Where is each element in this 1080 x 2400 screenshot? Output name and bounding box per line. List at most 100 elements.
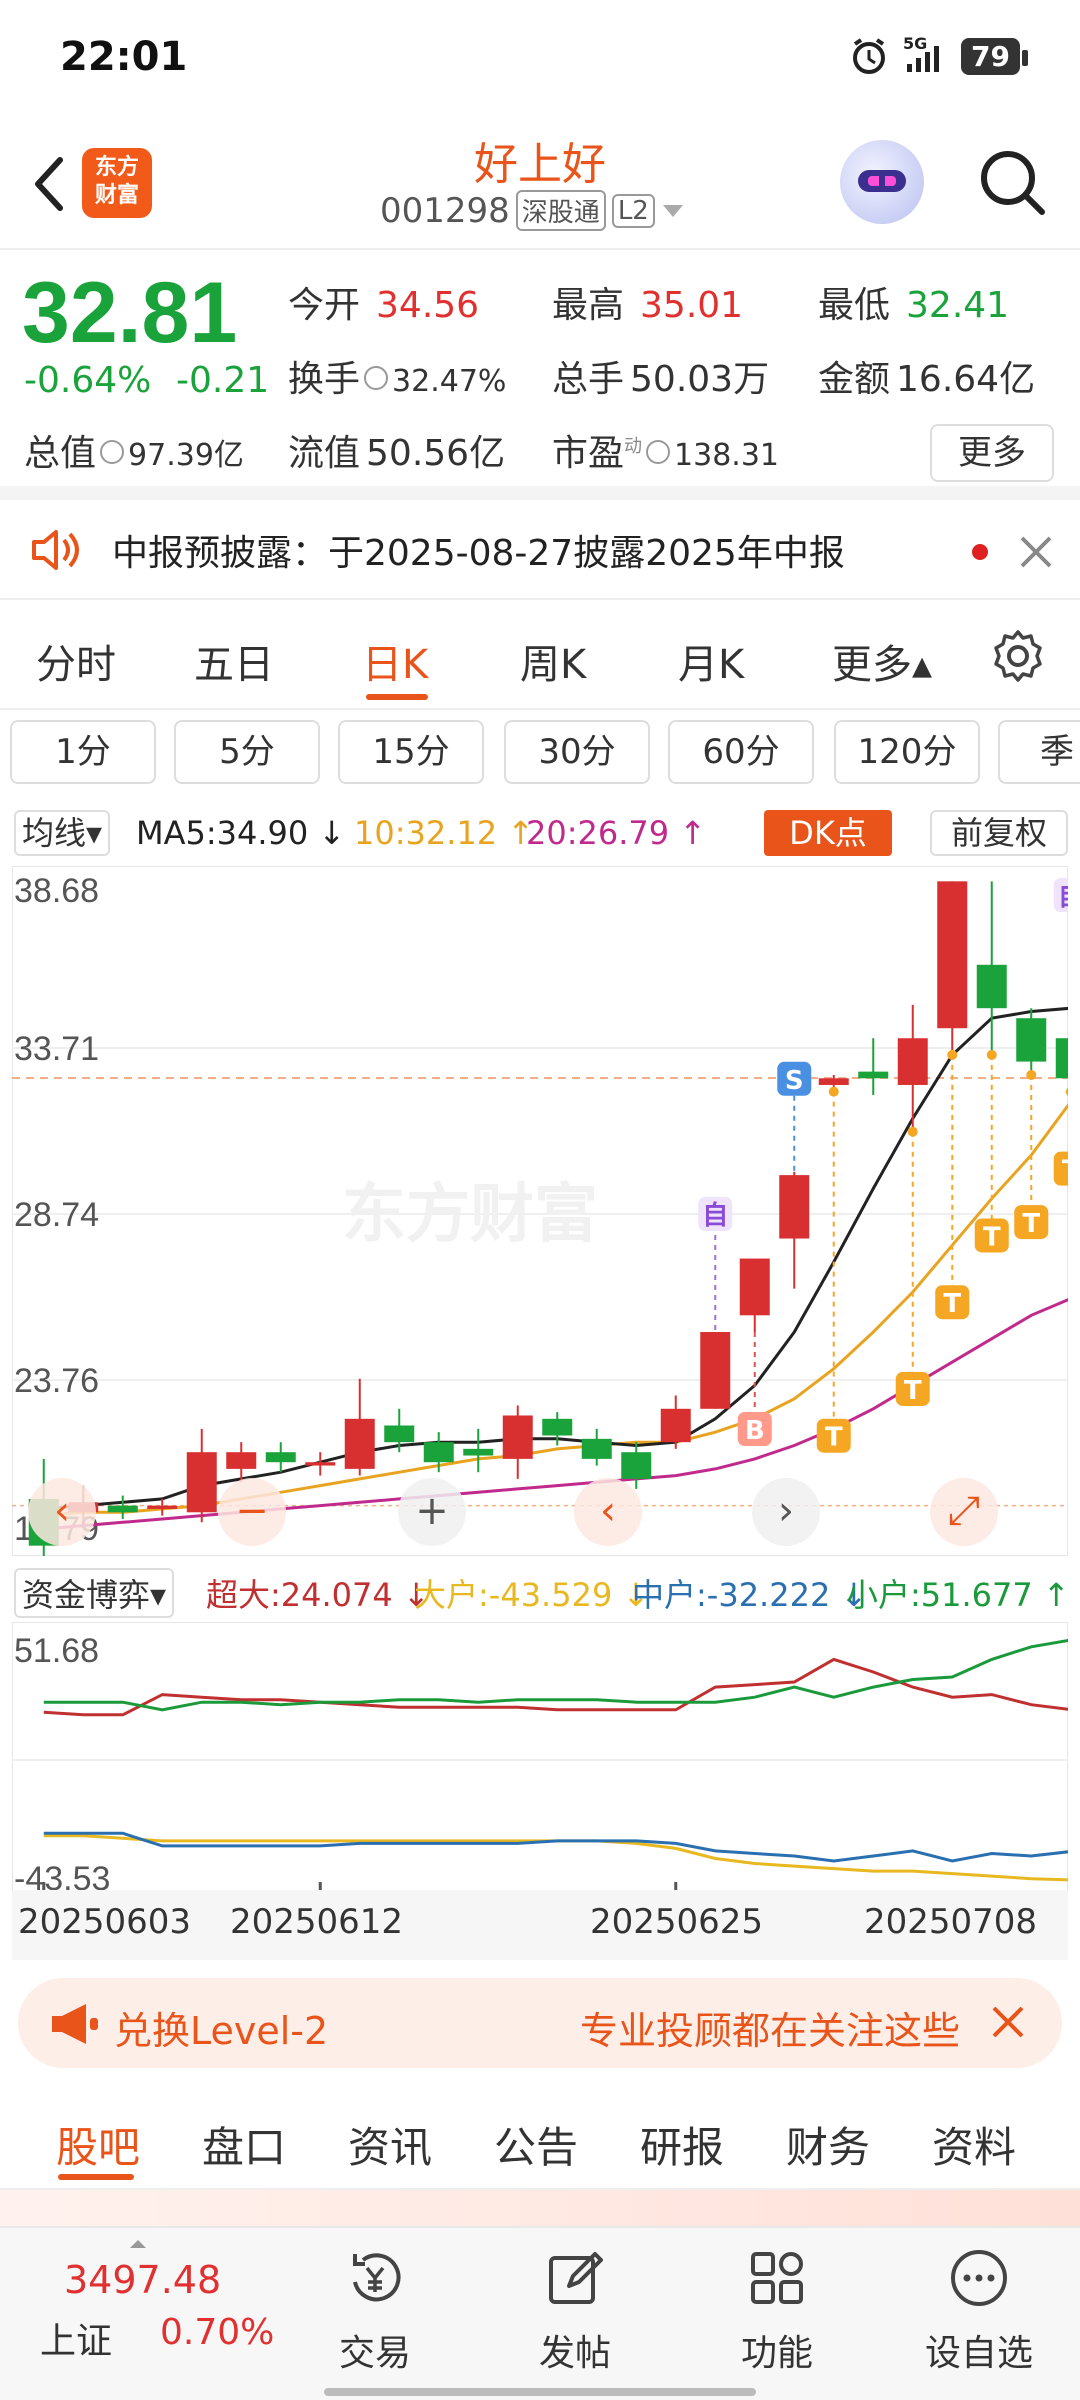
y-tick-label: 51.68 [14, 1632, 99, 1670]
home-indicator [324, 2388, 756, 2396]
edit-icon [549, 2252, 603, 2304]
marker-dot [1026, 1069, 1037, 1080]
date-tick: 20250708 [864, 1902, 1038, 1942]
tab-order-book[interactable]: 盘口 [202, 2114, 286, 2175]
bottom-toolbar: 3497.48 上证 0.70% 交易 发帖 功能 设自选 [0, 2226, 1080, 2400]
marker-label: 自 [1058, 881, 1068, 912]
high-value: 35.01 [640, 285, 744, 326]
y-tick-label: 28.74 [14, 1196, 99, 1234]
stock-code: 001298 [380, 190, 510, 231]
tab-forum[interactable]: 股吧 [56, 2114, 140, 2175]
level-tag: L2 [611, 193, 655, 228]
close-icon[interactable] [1016, 532, 1056, 572]
post-label: 发帖 [538, 2333, 611, 2374]
low-value: 32.41 [906, 285, 1010, 326]
candlestick-chart[interactable]: 东方财富38.6833.7128.7423.7618.79自BSTTTTTT自‹… [12, 866, 1068, 1556]
prev-button[interactable]: ‹ [574, 1478, 642, 1546]
tab-weekly-k[interactable]: 周K [520, 632, 586, 690]
tab-financials[interactable]: 财务 [786, 2114, 870, 2175]
y-tick-label: 23.76 [14, 1362, 99, 1400]
fund-flow-chart[interactable]: 51.68 -43.53 [12, 1622, 1068, 1894]
indicator-selector[interactable]: 均线▾ [14, 810, 111, 856]
active-tab-indicator [58, 2174, 134, 2180]
trade-button[interactable]: 交易 [300, 2246, 450, 2376]
price-adjust-button[interactable]: 前复权 [930, 810, 1068, 856]
add-watchlist-button[interactable]: 设自选 [904, 2246, 1054, 2376]
expand-button[interactable]: ⤢ [930, 1478, 998, 1546]
index-name: 上证 [40, 2321, 113, 2362]
ma-legend-row: 均线▾ MA5:34.90 ↓ 10:32.12 ↑ 20:26.79 ↑ DK… [0, 806, 1080, 862]
control-glyph: ⤢ [948, 1488, 980, 1534]
stock-code-row[interactable]: 001298 深股通 L2 [380, 190, 685, 231]
post-button[interactable]: 发帖 [500, 2246, 650, 2376]
interval-5min[interactable]: 5分 [174, 720, 320, 784]
signal-icon: 5G [903, 34, 947, 74]
trade-label: 交易 [338, 2333, 411, 2374]
candle-body [463, 1448, 494, 1456]
settings-gear-icon[interactable] [990, 628, 1046, 684]
marker-dot [828, 1086, 839, 1097]
open-value: 34.56 [376, 285, 480, 326]
candle-body [502, 1415, 533, 1459]
dropdown-triangle-icon [662, 204, 683, 217]
zoom-in-button[interactable]: + [398, 1478, 466, 1546]
next-button[interactable]: › [752, 1478, 820, 1546]
tab-announcements[interactable]: 公告 [494, 2114, 578, 2175]
tab-profile[interactable]: 资料 [932, 2114, 1016, 2175]
marker-dot [947, 1049, 958, 1060]
search-icon[interactable] [976, 146, 1048, 218]
pan-left-button[interactable]: ‹ [28, 1478, 96, 1546]
status-time: 22:01 [60, 34, 188, 80]
unread-dot [972, 544, 988, 560]
stock-header: 东方 财富 好上好 001298 深股通 L2 [0, 120, 1080, 250]
medium-label: 中户:-32.222 ↓ [632, 1576, 868, 1614]
candle-body [976, 964, 1007, 1009]
tab-intraday[interactable]: 分时 [36, 632, 116, 690]
fund-indicator-selector[interactable]: 资金博弈▾ [14, 1568, 175, 1618]
interval-quarter[interactable]: 季 [998, 720, 1080, 784]
functions-button[interactable]: 功能 [702, 2246, 852, 2376]
megaphone-icon [52, 2004, 98, 2044]
y-tick-label: 38.68 [14, 872, 99, 910]
marker-label: T [943, 1289, 961, 1319]
date-tick: 20250625 [590, 1902, 764, 1942]
candle-body [858, 1071, 889, 1079]
control-glyph: − [235, 1488, 269, 1534]
ma20-label: 20:26.79 ↑ [526, 814, 707, 852]
volume-cell: 总手 50.03万 [552, 359, 770, 400]
interval-60min[interactable]: 60分 [668, 720, 814, 784]
close-icon[interactable] [988, 2002, 1028, 2042]
turnover-cell: 换手 32.47% [288, 359, 507, 400]
marker-label: T [1022, 1209, 1040, 1239]
tab-monthly-k[interactable]: 月K [678, 632, 744, 690]
tab-daily-k[interactable]: 日K [362, 632, 428, 690]
more-quote-button[interactable]: 更多 [930, 424, 1054, 482]
tab-five-day[interactable]: 五日 [194, 632, 274, 690]
tab-more[interactable]: 更多▴ [832, 632, 932, 690]
date-tick: 20250603 [18, 1902, 192, 1942]
alarm-icon [853, 38, 886, 74]
candle-body [897, 1038, 928, 1085]
add-watchlist-label: 设自选 [924, 2333, 1033, 2374]
interval-1min[interactable]: 1分 [10, 720, 156, 784]
notice-bar[interactable]: 中报预披露：于2025-08-27披露2025年中报 [0, 500, 1080, 600]
interval-15min[interactable]: 15分 [338, 720, 484, 784]
pe-cell[interactable]: 市盈动 138.31 [552, 424, 779, 476]
candle-body [384, 1425, 415, 1443]
mktcap-cell[interactable]: 总值 97.39亿 [24, 424, 244, 476]
zoom-out-button[interactable]: − [218, 1478, 286, 1546]
tab-news[interactable]: 资讯 [348, 2114, 432, 2175]
dk-point-button[interactable]: DK点 [764, 810, 892, 856]
fund-legend-row: 资金博弈▾ 超大:24.074 ↓ 大户:-43.529 ↓ 中户:-32.22… [0, 1566, 1080, 1618]
marker-label: T [983, 1222, 1001, 1252]
interval-30min[interactable]: 30分 [504, 720, 650, 784]
robot-assistant-icon[interactable] [840, 140, 924, 224]
promo-banner[interactable]: 兑换Level-2 专业投顾都在关注这些 [18, 1978, 1062, 2068]
content-tabs: 股吧 盘口 资讯 公告 研报 财务 资料 [0, 2090, 1080, 2190]
interval-120min[interactable]: 120分 [834, 720, 980, 784]
candle-body [344, 1418, 375, 1469]
control-glyph: ‹ [54, 1488, 70, 1534]
candle-body [937, 881, 968, 1029]
tab-research[interactable]: 研报 [640, 2114, 724, 2175]
amount-value: 16.64亿 [896, 359, 1036, 400]
